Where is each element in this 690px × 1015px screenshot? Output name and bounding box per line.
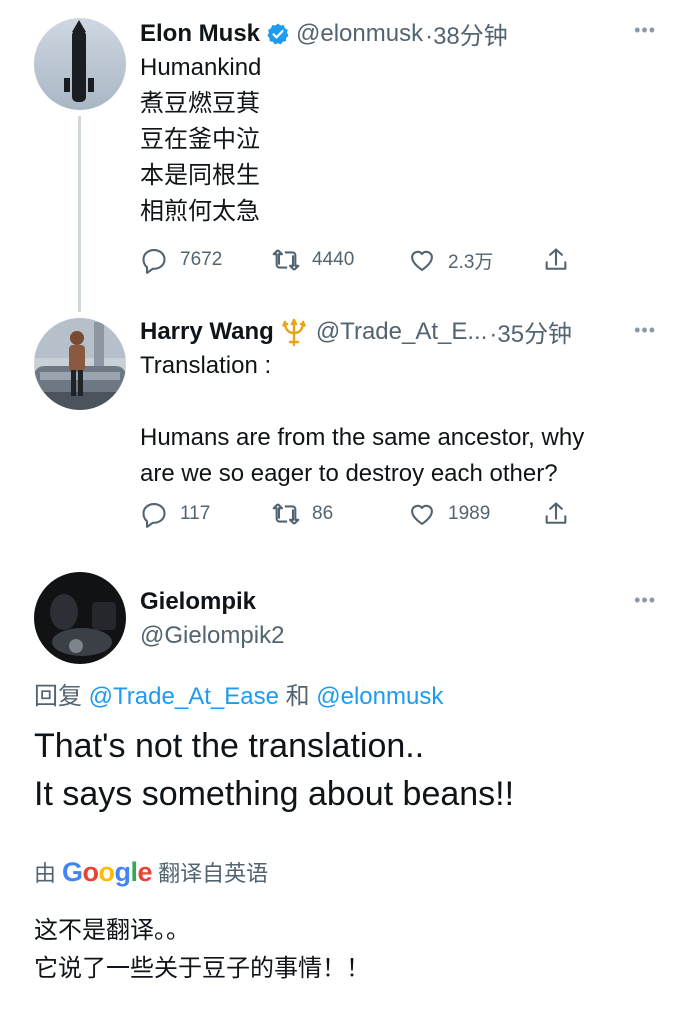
reply-count: 7672 (180, 249, 223, 270)
like-count: 1989 (448, 503, 491, 524)
tweet1-header: Elon Musk @elonmusk ·38分钟 (140, 16, 508, 51)
display-name[interactable]: Elon Musk (140, 20, 260, 48)
share-icon (545, 502, 567, 524)
tweet1-text: Humankind 煮豆燃豆萁 豆在釜中泣 本是同根生 相煎何太急 (140, 50, 261, 230)
reply-count: 117 (180, 503, 211, 524)
translated-suffix: 翻译自英语 (158, 861, 269, 886)
share-button[interactable] (542, 246, 582, 274)
tweet3-text: That's not the translation.. It says som… (34, 722, 514, 818)
handle[interactable]: @elonmusk (296, 20, 423, 48)
tweet-line: Humankind (140, 54, 262, 81)
tweet3-name: Gielompik (140, 588, 256, 616)
avatar-elon[interactable] (34, 18, 126, 110)
display-name[interactable]: Gielompik (140, 588, 256, 616)
tweet-line: 煮豆燃豆萁 (140, 90, 260, 117)
retweet-count: 4440 (312, 249, 355, 270)
display-name[interactable]: Harry Wang (140, 318, 274, 346)
thread-line (78, 116, 81, 312)
tweet-line (140, 384, 584, 420)
tweet-line: That's not the translation.. (34, 727, 425, 765)
handle[interactable]: @Trade_At_E... (316, 318, 488, 346)
like-count: 2.3万 (448, 251, 494, 273)
translated-prefix: 由 (34, 861, 57, 886)
reply-icon (142, 503, 166, 528)
more-icon[interactable]: ••• (634, 20, 656, 41)
retweet-icon (272, 503, 300, 525)
verified-badge-icon (267, 23, 289, 44)
tweet1-actions: 7672 4440 2.3万 (140, 246, 640, 278)
more-icon[interactable]: ••• (634, 590, 656, 611)
trident-icon (282, 318, 306, 346)
translated-line: 这不是翻译。。 (34, 917, 190, 944)
reply-and: 和 (285, 683, 310, 710)
reply-button[interactable]: 117 (140, 500, 210, 528)
reply-mention-elon[interactable]: @elonmusk (316, 683, 443, 710)
translated-by[interactable]: 由 Google 翻译自英语 (34, 856, 268, 888)
retweet-button[interactable]: 4440 (272, 246, 354, 274)
tweet2-text: Translation : Humans are from the same a… (140, 348, 584, 492)
share-button[interactable] (542, 500, 582, 528)
handle[interactable]: @Gielompik2 (140, 622, 284, 650)
avatar-gielompik[interactable] (34, 572, 126, 664)
tweet-line: 豆在釜中泣 (140, 126, 260, 153)
timestamp[interactable]: ·38分钟 (425, 16, 508, 51)
retweet-icon (272, 249, 300, 271)
retweet-count: 86 (312, 503, 334, 524)
heart-icon (411, 504, 433, 525)
timestamp[interactable]: ·35分钟 (489, 314, 572, 349)
heart-icon (411, 250, 433, 271)
tweet2-header: Harry Wang @Trade_At_E... ·35分钟 (140, 314, 572, 349)
more-icon[interactable]: ••• (634, 320, 656, 341)
translated-text: 这不是翻译。。 它说了一些关于豆子的事情！！ (34, 912, 370, 988)
avatar-harry[interactable] (34, 318, 126, 410)
tweet2-actions: 117 86 1989 (140, 500, 640, 532)
retweet-button[interactable]: 86 (272, 500, 333, 528)
translated-line: 它说了一些关于豆子的事情！！ (34, 955, 370, 982)
tweet-line: 相煎何太急 (140, 198, 260, 225)
tweet-line: Translation : (140, 352, 272, 379)
reply-icon (142, 249, 166, 274)
tweet-line: are we so eager to destroy each other? (140, 460, 558, 487)
like-button[interactable]: 2.3万 (408, 246, 493, 274)
google-logo-icon: Google (62, 856, 153, 887)
tweet-line: Humans are from the same ancestor, why (140, 424, 585, 451)
tweet-line: It says something about beans!! (34, 775, 515, 813)
share-icon (545, 248, 567, 270)
reply-button[interactable]: 7672 (140, 246, 222, 274)
reply-prefix: 回复 (34, 683, 82, 710)
replying-to: 回复 @Trade_At_Ease 和 @elonmusk (34, 676, 443, 711)
like-button[interactable]: 1989 (408, 500, 490, 528)
tweet-line: 本是同根生 (140, 162, 260, 189)
tweet3-handle-row: @Gielompik2 (134, 622, 284, 650)
reply-mention-trade[interactable]: @Trade_At_Ease (89, 683, 279, 710)
